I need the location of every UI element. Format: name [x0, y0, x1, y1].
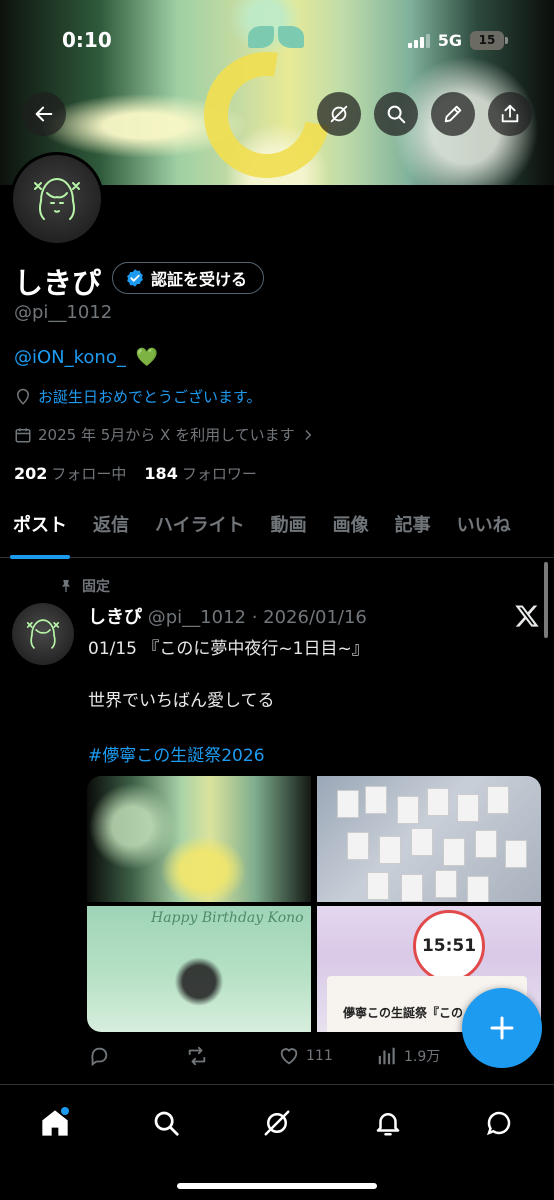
profile-bio: @iON_kono_ 💚	[14, 347, 158, 368]
scrollbar[interactable]	[544, 562, 548, 638]
media-image-photos[interactable]	[317, 776, 541, 902]
post-media-grid: Happy Birthday Kono 15:51 儚寧この生誕祭『この	[87, 776, 541, 1032]
search-icon	[387, 105, 406, 124]
post-text-line2: 世界でいちばん愛してる	[88, 691, 275, 711]
verified-badge-icon	[127, 269, 143, 287]
media-banner-text: Happy Birthday Kono	[151, 910, 304, 926]
nav-grok[interactable]	[255, 1101, 299, 1145]
calendar-icon	[15, 427, 31, 442]
like-count: 111	[306, 1048, 333, 1064]
reply-icon	[91, 1047, 108, 1067]
post-text-line1: 01/15 『このに夢中夜行~1日目~』	[88, 639, 369, 659]
get-verified-label: 認証を受ける	[151, 270, 248, 289]
location-text: お誕生日おめでとうございます。	[38, 388, 262, 406]
profile-location: お誕生日おめでとうございます。	[14, 386, 262, 407]
battery-level: 15	[470, 31, 504, 50]
bio-heart-emoji: 💚	[135, 347, 159, 368]
repost-icon	[188, 1046, 206, 1066]
battery-icon: 15	[470, 31, 508, 50]
compose-post-button[interactable]	[462, 988, 542, 1068]
media-image-group[interactable]: Happy Birthday Kono	[87, 906, 311, 1032]
followers-label: フォロワー	[181, 465, 257, 483]
post-hashtag[interactable]: #儚寧この生誕祭2026	[88, 741, 265, 766]
post-author-name[interactable]: しきぴ	[88, 607, 142, 628]
repost-button[interactable]	[186, 1045, 208, 1067]
media-caption-text: 儚寧この生誕祭『この	[343, 1006, 464, 1020]
profile-joined-date[interactable]: 2025 年 5月から X を利用しています	[14, 424, 315, 445]
message-icon	[486, 1111, 511, 1136]
post-author-avatar[interactable]	[12, 603, 74, 665]
tab-videos[interactable]: 動画	[258, 508, 320, 558]
tab-images[interactable]: 画像	[320, 508, 382, 558]
top-bar: 0:10 5G 15	[0, 0, 554, 185]
nav-messages[interactable]	[477, 1101, 521, 1145]
views-button[interactable]: 1.9万	[376, 1045, 440, 1067]
grok-icon	[264, 1110, 290, 1136]
following-label: フォロー中	[51, 465, 127, 483]
media-clock-text: 15:51	[413, 910, 485, 982]
tab-likes[interactable]: いいね	[444, 508, 524, 558]
avatar-drawing	[34, 177, 80, 220]
nav-home[interactable]	[33, 1101, 77, 1145]
followers-count: 184	[144, 464, 178, 483]
status-right: 5G 15	[407, 31, 508, 50]
profile-tabs: ポスト 返信 ハイライト 動画 画像 記事 いいね	[0, 508, 554, 559]
plus-icon	[490, 1016, 514, 1040]
joined-text: 2025 年 5月から X を利用しています	[38, 426, 295, 444]
grok-button[interactable]	[317, 92, 361, 136]
tab-articles[interactable]: 記事	[382, 508, 444, 558]
arrow-left-icon	[35, 106, 53, 122]
heart-icon	[280, 1048, 298, 1065]
tab-posts[interactable]: ポスト	[0, 508, 80, 559]
profile-handle: @pi__1012	[14, 302, 113, 323]
get-verified-button[interactable]: 認証を受ける	[112, 262, 265, 294]
bell-icon	[376, 1113, 400, 1136]
bio-mention-link[interactable]: @iON_kono_	[14, 347, 126, 368]
profile-name: しきぴ	[14, 266, 102, 300]
pencil-icon	[444, 105, 462, 123]
tab-replies[interactable]: 返信	[80, 508, 142, 558]
signal-icon	[407, 33, 430, 48]
network-label: 5G	[437, 31, 462, 50]
edit-button[interactable]	[431, 92, 475, 136]
status-time: 0:10	[62, 28, 112, 52]
followers-link[interactable]: 184 フォロワー	[144, 463, 256, 484]
share-button[interactable]	[488, 92, 532, 136]
chevron-right-icon	[305, 429, 311, 440]
x-logo-icon[interactable]	[514, 603, 540, 629]
post-actions: 111 1.9万	[88, 1043, 528, 1069]
following-count: 202	[14, 464, 48, 483]
nav-search[interactable]	[144, 1101, 188, 1145]
share-icon	[501, 104, 519, 123]
search-button[interactable]	[374, 92, 418, 136]
views-count: 1.9万	[404, 1049, 441, 1065]
notification-dot	[61, 1107, 69, 1115]
back-button[interactable]	[22, 92, 66, 136]
reply-button[interactable]	[88, 1045, 110, 1067]
home-indicator[interactable]	[177, 1183, 377, 1189]
pin-icon	[62, 580, 70, 592]
search-icon	[154, 1111, 179, 1136]
grok-icon	[330, 105, 348, 123]
views-chart-icon	[378, 1047, 395, 1065]
like-button[interactable]: 111	[278, 1045, 333, 1067]
avatar-drawing	[26, 619, 60, 649]
post-header: しきぴ @pi__1012 · 2026/01/16	[88, 603, 367, 629]
post-author-handle-date: @pi__1012 · 2026/01/16	[147, 607, 367, 628]
nav-notifications[interactable]	[366, 1101, 410, 1145]
location-pin-icon	[16, 388, 30, 405]
media-image-stage[interactable]	[87, 776, 311, 902]
pinned-indicator: 固定	[58, 576, 110, 596]
pinned-label: 固定	[82, 579, 110, 595]
following-link[interactable]: 202 フォロー中	[14, 463, 126, 484]
tab-highlights[interactable]: ハイライト	[142, 508, 258, 558]
follow-stats: 202 フォロー中 184 フォロワー	[14, 463, 257, 484]
profile-avatar[interactable]	[10, 152, 104, 246]
